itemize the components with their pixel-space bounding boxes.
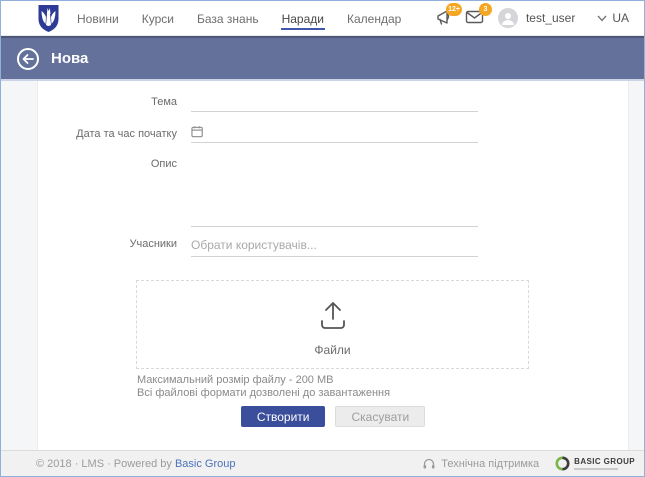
create-button[interactable]: Створити bbox=[241, 406, 326, 427]
page-title: Нова bbox=[51, 50, 88, 67]
tech-support-link[interactable]: Технічна підтримка bbox=[422, 457, 539, 470]
person-icon bbox=[498, 8, 518, 28]
calendar-icon[interactable] bbox=[191, 125, 203, 138]
language-selector[interactable]: UA bbox=[597, 11, 629, 25]
upload-icon bbox=[316, 299, 350, 331]
main-menu: Новини Курси База знань Наради Календар bbox=[76, 3, 402, 33]
nav-item-courses[interactable]: Курси bbox=[141, 3, 175, 33]
topic-input[interactable] bbox=[191, 89, 478, 111]
description-label: Опис bbox=[38, 158, 177, 170]
messages-button[interactable]: 3 bbox=[464, 7, 486, 29]
page-header-bar: Нова bbox=[1, 36, 644, 81]
participants-field-wrap bbox=[191, 233, 478, 257]
messages-badge: 3 bbox=[479, 3, 492, 16]
participants-input[interactable] bbox=[191, 233, 478, 256]
basic-group-link[interactable]: Basic Group bbox=[175, 458, 236, 470]
form-card: Тема Дата та час початку Опис Учасники bbox=[37, 81, 629, 450]
content-background: Тема Дата та час початку Опис Учасники bbox=[1, 81, 644, 450]
footer-right-group: Технічна підтримка BASIC GROUP bbox=[422, 456, 635, 471]
copyright: © 2018 · LMS · Powered by Basic Group bbox=[36, 458, 235, 470]
datetime-input[interactable] bbox=[209, 121, 478, 142]
cancel-button[interactable]: Скасувати bbox=[335, 406, 425, 427]
tech-support-label: Технічна підтримка bbox=[441, 458, 539, 470]
notifications-button[interactable]: 12+ bbox=[434, 7, 456, 29]
back-button[interactable] bbox=[17, 48, 39, 70]
basic-group-ring-icon bbox=[555, 456, 570, 471]
nav-item-knowledge-base[interactable]: База знань bbox=[196, 3, 260, 33]
datetime-label: Дата та час початку bbox=[38, 128, 177, 140]
user-avatar[interactable] bbox=[498, 8, 518, 28]
basic-group-logo[interactable]: BASIC GROUP bbox=[555, 456, 635, 471]
dropzone-label: Файли bbox=[137, 343, 528, 357]
brand-name: BASIC GROUP bbox=[574, 458, 635, 466]
navbar-right-group: 12+ 3 test_user UA bbox=[434, 7, 632, 29]
chevron-down-icon bbox=[597, 15, 607, 22]
nav-item-news[interactable]: Новини bbox=[76, 3, 120, 33]
nav-item-meetings[interactable]: Наради bbox=[281, 3, 325, 33]
username-label[interactable]: test_user bbox=[526, 11, 575, 25]
participants-label: Учасники bbox=[38, 238, 177, 250]
brand-tagline-bar bbox=[574, 468, 618, 470]
file-format-hint: Всі файлові формати дозволені до заванта… bbox=[137, 387, 390, 399]
nav-item-calendar[interactable]: Календар bbox=[346, 3, 402, 33]
app-window: Новини Курси База знань Наради Календар … bbox=[0, 0, 645, 477]
copyright-text: © 2018 · LMS · Powered by bbox=[36, 458, 172, 470]
topic-label: Тема bbox=[38, 96, 177, 108]
language-code: UA bbox=[612, 11, 629, 25]
top-navbar: Новини Курси База знань Наради Календар … bbox=[1, 1, 644, 36]
topic-field-wrap bbox=[191, 89, 478, 112]
footer: © 2018 · LMS · Powered by Basic Group Те… bbox=[1, 450, 644, 476]
file-dropzone[interactable]: Файли bbox=[136, 280, 529, 369]
notifications-badge: 12+ bbox=[446, 3, 462, 16]
datetime-field-wrap bbox=[191, 121, 478, 143]
form-actions: Створити Скасувати bbox=[38, 406, 628, 427]
kyiv-emblem-logo[interactable] bbox=[34, 4, 63, 33]
arrow-left-icon bbox=[21, 53, 35, 65]
file-size-hint: Максимальний розмір файлу - 200 MB bbox=[137, 374, 334, 386]
headset-icon bbox=[422, 457, 436, 470]
description-textarea[interactable] bbox=[191, 153, 478, 227]
